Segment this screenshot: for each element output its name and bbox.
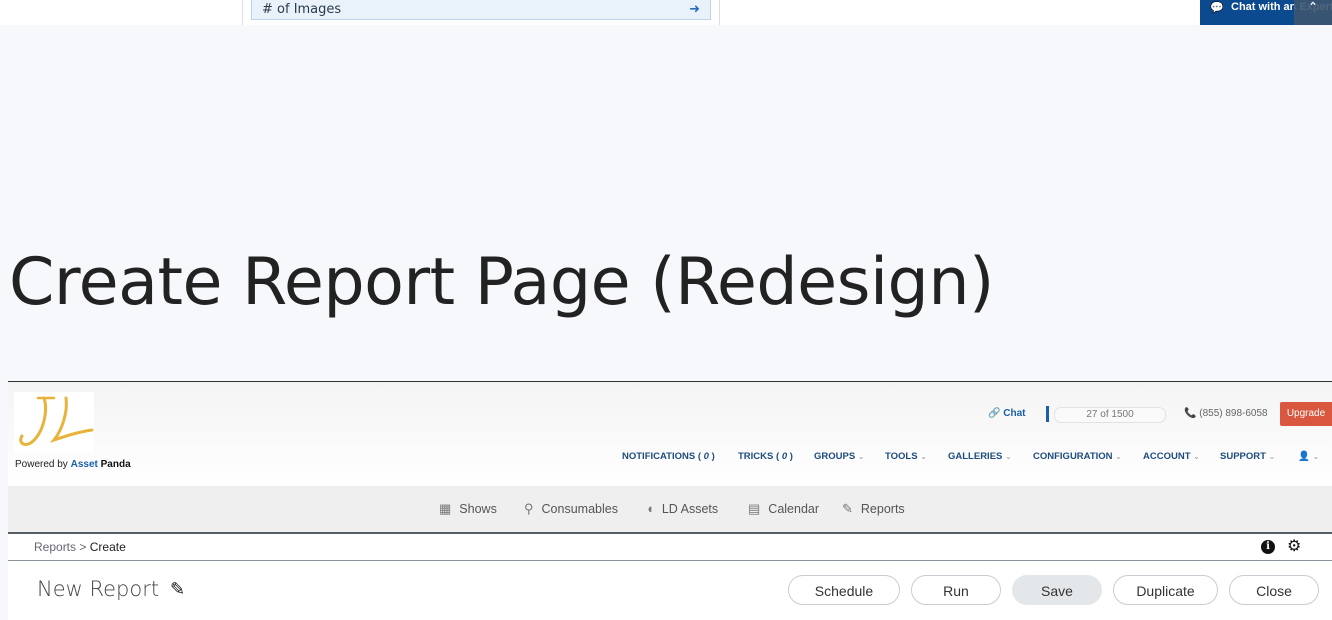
calendar-icon: ▤ <box>748 501 761 516</box>
module-ld-assets[interactable]: ◖ LD Assets <box>646 501 718 516</box>
module-calendar[interactable]: ▤ Calendar <box>748 501 819 517</box>
module-nav: ▦ Shows ⚲ Consumables ◖ LD Assets ▤ Calendar… <box>8 486 1332 534</box>
record-usage-meter: 27 of 1500 <box>1054 407 1166 423</box>
module-label: Reports <box>860 502 905 516</box>
chevron-down-icon: ⌄ <box>1115 452 1122 461</box>
record-usage-label: 27 of 1500 <box>1086 409 1134 420</box>
breadcrumb-separator: > <box>79 540 87 554</box>
chat-with-expert-widget[interactable]: 💬 Chat with an Expert ⌃ <box>1200 0 1332 25</box>
app-screenshot: Powered by Asset Panda 🔗 Chat 27 of 1500… <box>8 381 1332 620</box>
gear-icon[interactable]: ⚙ <box>1287 534 1301 560</box>
breadcrumb-bar: Reports > Create i ⚙ <box>8 534 1332 561</box>
upgrade-button[interactable]: Upgrade <box>1280 402 1332 426</box>
field-row-images[interactable]: # of Images ➜ <box>251 0 711 20</box>
chevron-up-icon[interactable]: ⌃ <box>1294 0 1332 25</box>
chevron-down-icon: ⌄ <box>920 452 927 461</box>
nav-galleries[interactable]: GALLERIES ⌄ <box>948 451 1012 462</box>
company-logo[interactable] <box>14 392 94 452</box>
top-strip: # of Images ➜ 💬 Chat with an Expert ⌃ <box>0 0 1332 25</box>
arrow-right-icon[interactable]: ➜ <box>689 0 700 19</box>
nav-account[interactable]: ACCOUNT ⌄ <box>1143 451 1200 462</box>
app-header: Powered by Asset Panda 🔗 Chat 27 of 1500… <box>8 382 1332 486</box>
save-button[interactable]: Save <box>1012 575 1102 605</box>
chevron-down-icon: ⌄ <box>1005 452 1012 461</box>
nav-label: TRICKS ( <box>738 451 780 462</box>
nav-label: CONFIGURATION <box>1033 451 1113 462</box>
brand-panda[interactable]: Panda <box>101 459 131 470</box>
nav-label: TOOLS <box>885 451 918 462</box>
chevron-down-icon: ⌄ <box>1193 452 1200 461</box>
notifications-count: 0 <box>703 451 709 462</box>
nav-tricks[interactable]: TRICKS ( 0 ) <box>738 451 793 462</box>
info-icon[interactable]: i <box>1261 540 1275 554</box>
duplicate-button[interactable]: Duplicate <box>1113 575 1218 605</box>
brand-asset[interactable]: Asset <box>71 459 98 470</box>
module-reports[interactable]: ✎ Reports <box>842 501 905 517</box>
report-title: New Report <box>37 577 160 601</box>
module-label: Calendar <box>768 502 820 516</box>
page-heading: Create Report Page (Redesign) <box>9 245 994 320</box>
tag-icon: ◖ <box>646 501 654 516</box>
nav-support[interactable]: SUPPORT ⌄ <box>1220 451 1275 462</box>
nav-suffix: ) <box>789 451 793 462</box>
nav-configuration[interactable]: CONFIGURATION ⌄ <box>1033 451 1122 462</box>
utility-divider <box>1046 406 1049 422</box>
field-row-label: # of Images <box>262 2 342 17</box>
chat-bubble-icon: 💬 <box>1210 2 1224 14</box>
report-header: New Report ✎ Schedule Run Save Duplicate… <box>8 561 1332 619</box>
edit-report-icon: ✎ <box>842 501 853 516</box>
chevron-down-icon: ⌄ <box>857 452 865 461</box>
close-button[interactable]: Close <box>1229 575 1319 605</box>
breadcrumb: Reports > Create <box>34 534 126 560</box>
user-menu[interactable]: 👤 ⌄ <box>1298 451 1319 462</box>
breadcrumb-current: Create <box>89 540 126 554</box>
breadcrumb-reports[interactable]: Reports <box>34 540 76 554</box>
pencil-icon[interactable]: ✎ <box>170 579 185 600</box>
nav-label: ACCOUNT <box>1143 451 1191 462</box>
chat-label: Chat <box>1003 408 1026 419</box>
map-pin-icon: ⚲ <box>524 501 534 516</box>
nav-label: GALLERIES <box>948 451 1003 462</box>
phone-number[interactable]: 📞 (855) 898-6058 <box>1184 408 1268 419</box>
nav-label: SUPPORT <box>1220 451 1266 462</box>
chevron-down-icon: ⌄ <box>1268 452 1276 461</box>
schedule-button[interactable]: Schedule <box>788 575 900 605</box>
nav-notifications[interactable]: NOTIFICATIONS ( 0 ) <box>622 451 715 462</box>
run-button[interactable]: Run <box>911 575 1001 605</box>
module-label: LD Assets <box>661 502 719 516</box>
powered-by-label: Powered by <box>15 459 68 470</box>
module-label: Shows <box>459 502 497 516</box>
nav-tools[interactable]: TOOLS ⌄ <box>885 451 927 462</box>
module-shows[interactable]: ▦ Shows <box>439 501 497 517</box>
module-label: Consumables <box>541 502 618 516</box>
calendar-grid-icon: ▦ <box>439 501 452 516</box>
nav-groups[interactable]: GROUPS ⌄ <box>814 451 865 462</box>
phone-icon: 📞 <box>1184 408 1197 419</box>
tricks-count: 0 <box>781 451 788 462</box>
chat-link[interactable]: 🔗 Chat <box>988 408 1025 419</box>
nav-suffix: ) <box>711 451 715 462</box>
powered-by: Powered by Asset Panda <box>15 459 131 470</box>
link-icon: 🔗 <box>988 408 1001 419</box>
nav-label: GROUPS <box>814 451 856 462</box>
module-consumables[interactable]: ⚲ Consumables <box>524 501 618 517</box>
nav-label: NOTIFICATIONS ( <box>622 451 701 462</box>
chevron-down-icon: ⌄ <box>1312 452 1320 461</box>
user-icon: 👤 <box>1298 451 1310 462</box>
phone-label: (855) 898-6058 <box>1199 408 1268 419</box>
field-list-panel: # of Images ➜ <box>242 0 720 25</box>
